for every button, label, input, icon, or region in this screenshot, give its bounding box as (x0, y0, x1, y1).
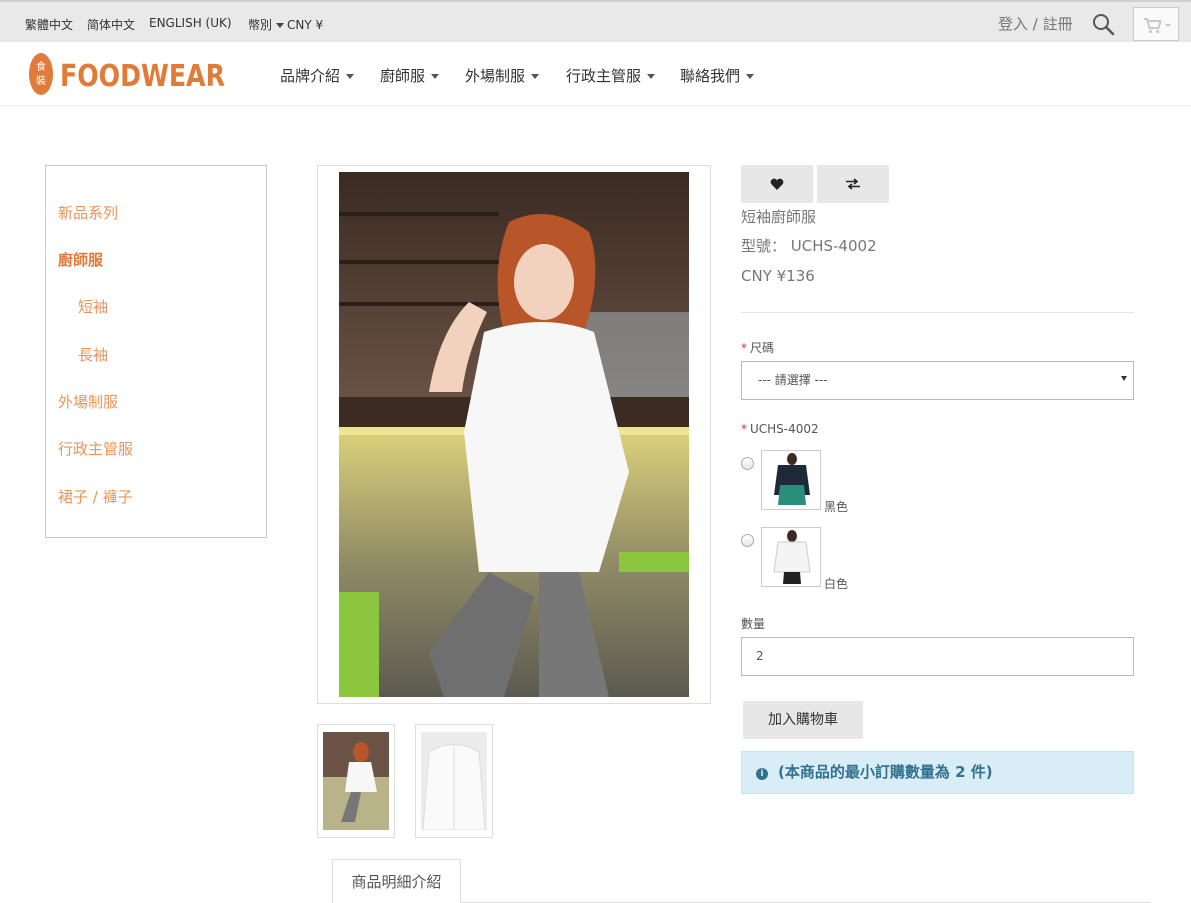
top-bar: 繁體中文 简体中文 ENGLISH (UK) 幣別 CNY ¥ 登入 / 註冊 (0, 0, 1191, 42)
caret-down-icon (431, 74, 440, 79)
thumbnail-photo (323, 732, 389, 830)
option-swatch-black[interactable] (761, 450, 821, 510)
language-simplified-chinese[interactable]: 简体中文 (87, 16, 135, 33)
product-model: 型號： UCHS-4002 (741, 237, 877, 255)
language-traditional-chinese[interactable]: 繁體中文 (25, 16, 73, 33)
option-swatch-white[interactable] (761, 527, 821, 587)
option-label: * UCHS-4002 (741, 422, 819, 436)
size-select-value: --- 請選擇 --- (758, 373, 828, 387)
category-sidebar: 新品系列 廚師服 短袖 長袖 外場制服 行政主管服 裙子 / 褲子 (45, 165, 267, 538)
currency-selector[interactable]: 幣別 CNY ¥ (248, 16, 323, 33)
caret-down-icon (647, 74, 656, 79)
product-price: CNY ¥136 (741, 267, 815, 285)
exchange-icon (846, 178, 860, 190)
main-header: 食 裝 FOODWEAR 品牌介紹 廚師服 外場制服 行政主管服 聯絡我們 (0, 42, 1191, 106)
svg-text:裝: 裝 (36, 74, 46, 87)
heart-icon (770, 178, 784, 190)
caret-down-icon (531, 74, 540, 79)
svg-text:FOODWEAR: FOODWEAR (60, 59, 225, 94)
currency-value: CNY ¥ (287, 18, 324, 32)
select-arrow-icon (1121, 376, 1127, 381)
login-register-link[interactable]: 登入 / 註冊 (998, 13, 1073, 34)
foodwear-logo[interactable]: 食 裝 FOODWEAR (28, 50, 228, 98)
sidebar-item-new-series[interactable]: 新品系列 (58, 202, 118, 223)
sidebar-item-skirts-pants[interactable]: 裙子 / 褲子 (58, 486, 133, 507)
search-button[interactable] (1090, 11, 1116, 37)
nav-contact-us[interactable]: 聯絡我們 (680, 65, 755, 86)
compare-button[interactable] (817, 165, 889, 203)
language-english[interactable]: ENGLISH (UK) (149, 16, 232, 30)
caret-down-icon (746, 74, 755, 79)
search-icon (1093, 14, 1115, 36)
divider (741, 312, 1134, 313)
sidebar-item-short-sleeve[interactable]: 短袖 (78, 296, 108, 317)
option-label-black: 黑色 (824, 500, 849, 514)
currency-label: 幣別 (248, 18, 273, 32)
quantity-label: 數量 (741, 617, 766, 631)
quantity-input[interactable]: 2 (741, 637, 1134, 676)
product-photo (339, 172, 689, 697)
option-radio-black[interactable] (741, 457, 754, 470)
info-icon: i (756, 768, 768, 780)
brand-logo-image: 食 裝 FOODWEAR (29, 53, 225, 95)
product-thumbnail-front[interactable] (317, 724, 395, 838)
white-uniform-image (773, 530, 811, 584)
nav-front-uniform[interactable]: 外場制服 (465, 65, 540, 86)
minimum-order-text: (本商品的最小訂購數量為 2 件) (778, 763, 993, 781)
sidebar-item-chef-uniform[interactable]: 廚師服 (58, 249, 103, 270)
nav-brand-intro[interactable]: 品牌介紹 (280, 65, 355, 86)
option-label-white: 白色 (824, 577, 849, 591)
product-name: 短袖廚師服 (741, 208, 817, 226)
caret-down-icon (346, 74, 355, 79)
required-star: * (741, 341, 747, 355)
nav-chef-uniform[interactable]: 廚師服 (380, 65, 440, 86)
size-select[interactable]: --- 請選擇 --- (741, 361, 1134, 400)
sidebar-item-front-uniform[interactable]: 外場制服 (58, 391, 118, 412)
tab-product-details[interactable]: 商品明細介紹 (332, 859, 461, 903)
black-uniform-image (774, 453, 810, 505)
required-star: * (741, 422, 747, 436)
sidebar-item-executive-uniform[interactable]: 行政主管服 (58, 438, 133, 459)
nav-executive-uniform[interactable]: 行政主管服 (566, 65, 656, 86)
add-to-wishlist-button[interactable] (741, 165, 813, 203)
caret-down-icon (276, 23, 285, 28)
sidebar-item-long-sleeve[interactable]: 長袖 (78, 344, 108, 365)
option-radio-white[interactable] (741, 534, 754, 547)
minimum-order-notice: i (本商品的最小訂購數量為 2 件) (741, 751, 1134, 794)
size-label: * 尺碼 (741, 341, 775, 355)
product-main-image[interactable] (317, 165, 711, 704)
product-thumbnail-back[interactable] (415, 724, 493, 838)
svg-text:食: 食 (36, 60, 46, 73)
cart-dropdown-button[interactable] (1133, 7, 1179, 41)
add-to-cart-button[interactable]: 加入購物車 (743, 701, 863, 739)
shopping-cart-icon (1144, 18, 1171, 34)
thumbnail-photo (421, 732, 487, 830)
